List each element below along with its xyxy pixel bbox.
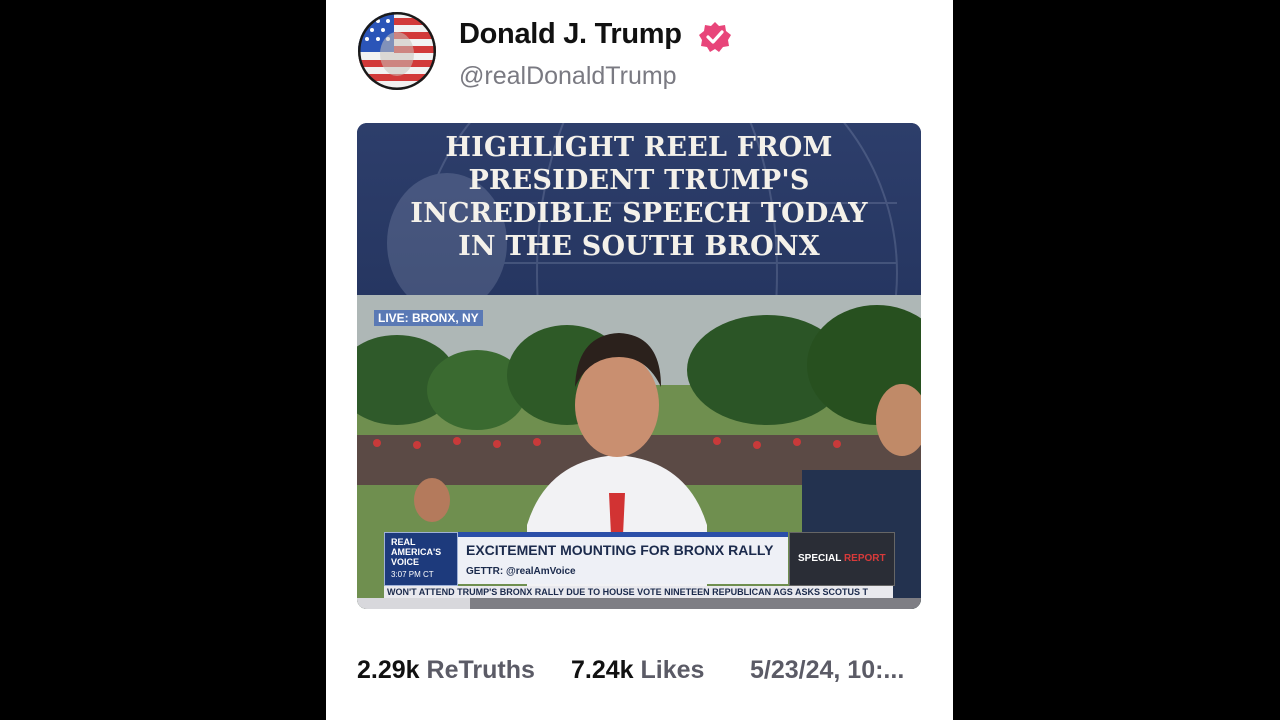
- chyron-lower-third: EXCITEMENT MOUNTING FOR BRONX RALLY GETT…: [458, 532, 788, 584]
- chyron-headline: EXCITEMENT MOUNTING FOR BRONX RALLY: [466, 542, 774, 558]
- author-avatar[interactable]: [358, 12, 436, 90]
- chyron-accent-bar: [458, 532, 788, 537]
- post-card: Donald J. Trump @realDonaldTrump HIGHLIG…: [326, 0, 953, 720]
- network-logo-text: REAL AMERICA'S VOICE: [391, 537, 442, 567]
- ticker-text: WON'T ATTEND TRUMP'S BRONX RALLY DUE TO …: [387, 587, 868, 597]
- retruths-stat[interactable]: 2.29k ReTruths: [357, 656, 535, 685]
- likes-label: Likes: [640, 656, 705, 684]
- likes-stat[interactable]: 7.24k Likes: [571, 656, 704, 685]
- special-report-label: SPECIAL REPORT: [798, 553, 886, 564]
- author-handle[interactable]: @realDonaldTrump: [459, 62, 677, 91]
- chyron-subtitle: GETTR: @realAmVoice: [466, 566, 576, 577]
- video-headline: HIGHLIGHT REEL FROM PRESIDENT TRUMP'S IN…: [357, 131, 921, 263]
- avatar-image: [358, 12, 436, 90]
- video-progress-bar[interactable]: [357, 598, 921, 609]
- broadcast-time: 3:07 PM CT: [391, 570, 434, 579]
- post-timestamp[interactable]: 5/23/24, 10:...: [750, 656, 904, 685]
- network-logo: REAL AMERICA'S VOICE 3:07 PM CT: [384, 532, 458, 586]
- headline-line: HIGHLIGHT REEL FROM: [445, 132, 833, 163]
- author-display-name[interactable]: Donald J. Trump: [459, 18, 682, 51]
- post-video[interactable]: HIGHLIGHT REEL FROM PRESIDENT TRUMP'S IN…: [357, 123, 921, 609]
- video-title-banner: HIGHLIGHT REEL FROM PRESIDENT TRUMP'S IN…: [357, 123, 921, 295]
- video-progress-fill: [357, 598, 470, 609]
- special-report-badge: SPECIAL REPORT: [789, 532, 895, 586]
- live-location-label: LIVE: BRONX, NY: [374, 310, 483, 326]
- video-frame[interactable]: LIVE: BRONX, NY REAL AMERICA'S VOICE 3:0…: [357, 295, 921, 609]
- verified-badge-icon: [698, 20, 732, 54]
- headline-line: PRESIDENT TRUMP'S: [468, 165, 810, 196]
- headline-line: INCREDIBLE SPEECH TODAY: [410, 198, 868, 229]
- likes-count: 7.24k: [571, 656, 634, 684]
- retruths-count: 2.29k: [357, 656, 420, 684]
- retruths-label: ReTruths: [426, 656, 535, 684]
- headline-line: IN THE SOUTH BRONX: [458, 231, 820, 262]
